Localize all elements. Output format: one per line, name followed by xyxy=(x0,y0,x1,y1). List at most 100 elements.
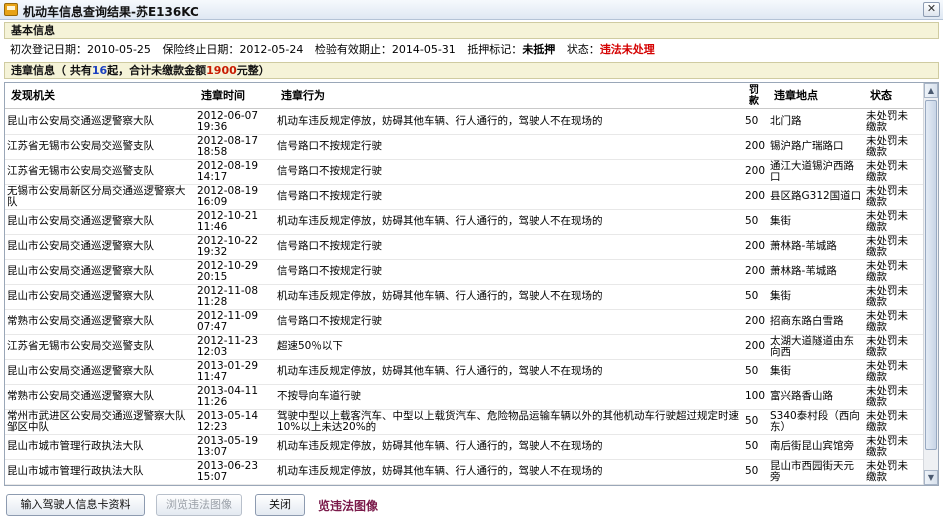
table-row[interactable]: 常州市武进区公安局交通巡逻警察大队邹区中队 2013-05-14 12:23 驾驶中… xyxy=(5,410,924,435)
table-row[interactable]: 昆山市公安局交通巡逻警察大队 2012-10-29 20:15 信号路口不按规定行驶… xyxy=(5,260,924,285)
cell-act: 信号路口不按规定行驶 xyxy=(277,190,382,203)
cell-status: 未处罚未缴款 xyxy=(866,435,908,458)
cell-place: S340泰村段（西向东） xyxy=(770,410,860,433)
table-row[interactable]: 昆山市公安局交通巡逻警察大队 2012-11-08 11:28 机动车违反规定停放，… xyxy=(5,285,924,310)
cell-time: 2012-11-09 07:47 xyxy=(197,310,259,333)
table-row[interactable]: 常熟市公安局交通巡逻警察大队 2012-11-09 07:47 信号路口不按规定行驶… xyxy=(5,310,924,335)
table-row[interactable]: 昆山市公安局交通巡逻警察大队 2013-01-29 11:47 机动车违反规定停放，… xyxy=(5,360,924,385)
table-row[interactable]: 常熟市公安局交通巡逻警察大队 2013-04-11 11:26 不按导向车道行驶 10… xyxy=(5,385,924,410)
first-reg-label: 初次登记日期： xyxy=(10,43,87,56)
cell-time: 2012-11-08 11:28 xyxy=(197,285,259,308)
table-row[interactable]: 江苏省无锡市公安局交巡警支队 2012-08-17 18:58 信号路口不按规定行驶… xyxy=(5,135,924,160)
header-time[interactable]: 违章时间 xyxy=(197,83,245,109)
basic-info-row: 初次登记日期：2010-05-25 保险终止日期：2012-05-24 检验有效… xyxy=(10,42,655,59)
header-status[interactable]: 状态 xyxy=(866,83,892,109)
cell-status: 未处罚未缴款 xyxy=(866,210,908,233)
cell-org: 昆山市城市管理行政执法大队 xyxy=(7,440,144,453)
cell-status: 未处罚未缴款 xyxy=(866,385,908,408)
window-close-button[interactable]: ✕ xyxy=(923,2,940,17)
cell-act: 机动车违反规定停放，妨碍其他车辆、行人通行的，驾驶人不在现场的 xyxy=(277,115,603,128)
cell-org: 常熟市公安局交通巡逻警察大队 xyxy=(7,390,154,403)
scroll-up-icon[interactable]: ▲ xyxy=(924,83,938,98)
violation-table: 发现机关 违章时间 违章行为 罚款 违章地点 状态 昆山市公安局交通巡逻警察大队… xyxy=(4,82,939,486)
cell-place: 萧林路-苇城路 xyxy=(770,265,837,278)
cell-time: 2012-10-29 20:15 xyxy=(197,260,259,283)
cell-status: 未处罚未缴款 xyxy=(866,310,908,333)
input-driver-card-button[interactable]: 输入驾驶人信息卡资料 xyxy=(6,494,145,516)
window-title: 机动车信息查询结果-苏E136KC xyxy=(23,5,199,19)
table-row[interactable]: 昆山市公安局交通巡逻警察大队 2012-06-07 19:36 机动车违反规定停放，… xyxy=(5,110,924,135)
cell-fine: 50 xyxy=(745,415,759,428)
cell-place: 通江大道锡沪西路口 xyxy=(770,160,854,183)
table-row[interactable]: 江苏省无锡市公安局交巡警支队 2012-11-23 12:03 超速50％以下 200… xyxy=(5,335,924,360)
header-place[interactable]: 违章地点 xyxy=(770,83,818,109)
cell-fine: 50 xyxy=(745,115,759,128)
cell-fine: 200 xyxy=(745,190,766,203)
cell-act: 机动车违反规定停放，妨碍其他车辆、行人通行的，驾驶人不在现场的 xyxy=(277,365,603,378)
cell-org: 江苏省无锡市公安局交巡警支队 xyxy=(7,340,154,353)
app-icon xyxy=(4,3,18,16)
cell-fine: 200 xyxy=(745,315,766,328)
table-row[interactable]: 昆山市城市管理行政执法大队 2013-06-23 15:07 机动车违反规定停放，妨… xyxy=(5,460,924,485)
cell-act: 信号路口不按规定行驶 xyxy=(277,265,382,278)
cell-time: 2012-10-21 11:46 xyxy=(197,210,259,233)
cell-org: 昆山市公安局交通巡逻警察大队 xyxy=(7,215,154,228)
cell-org: 昆山市公安局交通巡逻警察大队 xyxy=(7,240,154,253)
inspection-value: 2014-05-31 xyxy=(391,43,456,56)
cell-place: 北门路 xyxy=(770,115,802,128)
table-row[interactable]: 昆山市公安局交通巡逻警察大队 2012-10-22 19:32 信号路口不按规定行驶… xyxy=(5,235,924,260)
violation-summary-header: 违章信息（ 共有16起，合计未缴款金额1900元整） xyxy=(4,62,939,79)
cell-org: 昆山市公安局交通巡逻警察大队 xyxy=(7,365,154,378)
cell-org: 昆山市公安局交通巡逻警察大队 xyxy=(7,290,154,303)
table-body: 昆山市公安局交通巡逻警察大队 2012-06-07 19:36 机动车违反规定停放，… xyxy=(5,110,924,485)
cell-act: 信号路口不按规定行驶 xyxy=(277,240,382,253)
violation-summary-middle: 起，合计未缴款金额 xyxy=(107,64,207,77)
cell-time: 2012-08-17 18:58 xyxy=(197,135,259,158)
cell-status: 未处罚未缴款 xyxy=(866,335,908,358)
cell-act: 信号路口不按规定行驶 xyxy=(277,140,382,153)
table-row[interactable]: 昆山市城市管理行政执法大队 2013-05-19 13:07 机动车违反规定停放，妨… xyxy=(5,435,924,460)
header-act[interactable]: 违章行为 xyxy=(277,83,325,109)
cell-fine: 200 xyxy=(745,265,766,278)
view-images-link[interactable]: 览违法图像 xyxy=(318,497,378,514)
cell-org: 常州市武进区公安局交通巡逻警察大队邹区中队 xyxy=(7,410,186,433)
cell-time: 2013-05-14 12:23 xyxy=(197,410,259,433)
header-org[interactable]: 发现机关 xyxy=(7,83,55,109)
cell-org: 昆山市城市管理行政执法大队 xyxy=(7,465,144,478)
cell-status: 未处罚未缴款 xyxy=(866,260,908,283)
cell-status: 未处罚未缴款 xyxy=(866,460,908,483)
cell-fine: 50 xyxy=(745,440,759,453)
violation-amount: 1900 xyxy=(206,64,237,77)
cell-place: 锡沪路广瑞路口 xyxy=(770,140,844,153)
cell-act: 机动车违反规定停放，妨碍其他车辆、行人通行的，驾驶人不在现场的 xyxy=(277,290,603,303)
cell-act: 驾驶中型以上载客汽车、中型以上载货汽车、危险物品运输车辆以外的其他机动车行驶超过… xyxy=(277,410,739,433)
header-fine[interactable]: 罚款 xyxy=(747,83,761,109)
cell-place: 集街 xyxy=(770,365,791,378)
cell-fine: 200 xyxy=(745,165,766,178)
violation-summary-prefix: 违章信息（ 共有 xyxy=(11,64,92,77)
cell-place: 昆山市西园街天元旁 xyxy=(770,460,854,483)
table-row[interactable]: 无锡市公安局新区分局交通巡逻警察大队 2012-08-19 16:09 信号路口不按… xyxy=(5,185,924,210)
table-row[interactable]: 昆山市公安局交通巡逻警察大队 2012-10-21 11:46 机动车违反规定停放，… xyxy=(5,210,924,235)
cell-place: 集街 xyxy=(770,290,791,303)
cell-time: 2012-08-19 16:09 xyxy=(197,185,259,208)
violation-count: 16 xyxy=(91,64,108,77)
cell-time: 2012-10-22 19:32 xyxy=(197,235,259,258)
cell-time: 2013-04-11 11:26 xyxy=(197,385,259,408)
cell-place: 集街 xyxy=(770,215,791,228)
cell-fine: 200 xyxy=(745,340,766,353)
status-label: 状态： xyxy=(566,43,600,56)
insurance-value: 2012-05-24 xyxy=(239,43,304,56)
table-row[interactable]: 江苏省无锡市公安局交巡警支队 2012-08-19 14:17 信号路口不按规定行驶… xyxy=(5,160,924,185)
browse-images-button[interactable]: 浏览违法图像 xyxy=(156,494,242,516)
cell-status: 未处罚未缴款 xyxy=(866,185,908,208)
close-button[interactable]: 关闭 xyxy=(255,494,305,516)
cell-act: 不按导向车道行驶 xyxy=(277,390,361,403)
cell-fine: 50 xyxy=(745,465,759,478)
cell-time: 2012-11-23 12:03 xyxy=(197,335,259,358)
title-bar: 机动车信息查询结果-苏E136KC ✕ xyxy=(0,0,943,20)
scroll-down-icon[interactable]: ▼ xyxy=(924,470,938,485)
scroll-thumb[interactable] xyxy=(925,100,937,450)
cell-time: 2012-06-07 19:36 xyxy=(197,110,259,133)
vertical-scrollbar[interactable]: ▲ ▼ xyxy=(923,83,938,485)
